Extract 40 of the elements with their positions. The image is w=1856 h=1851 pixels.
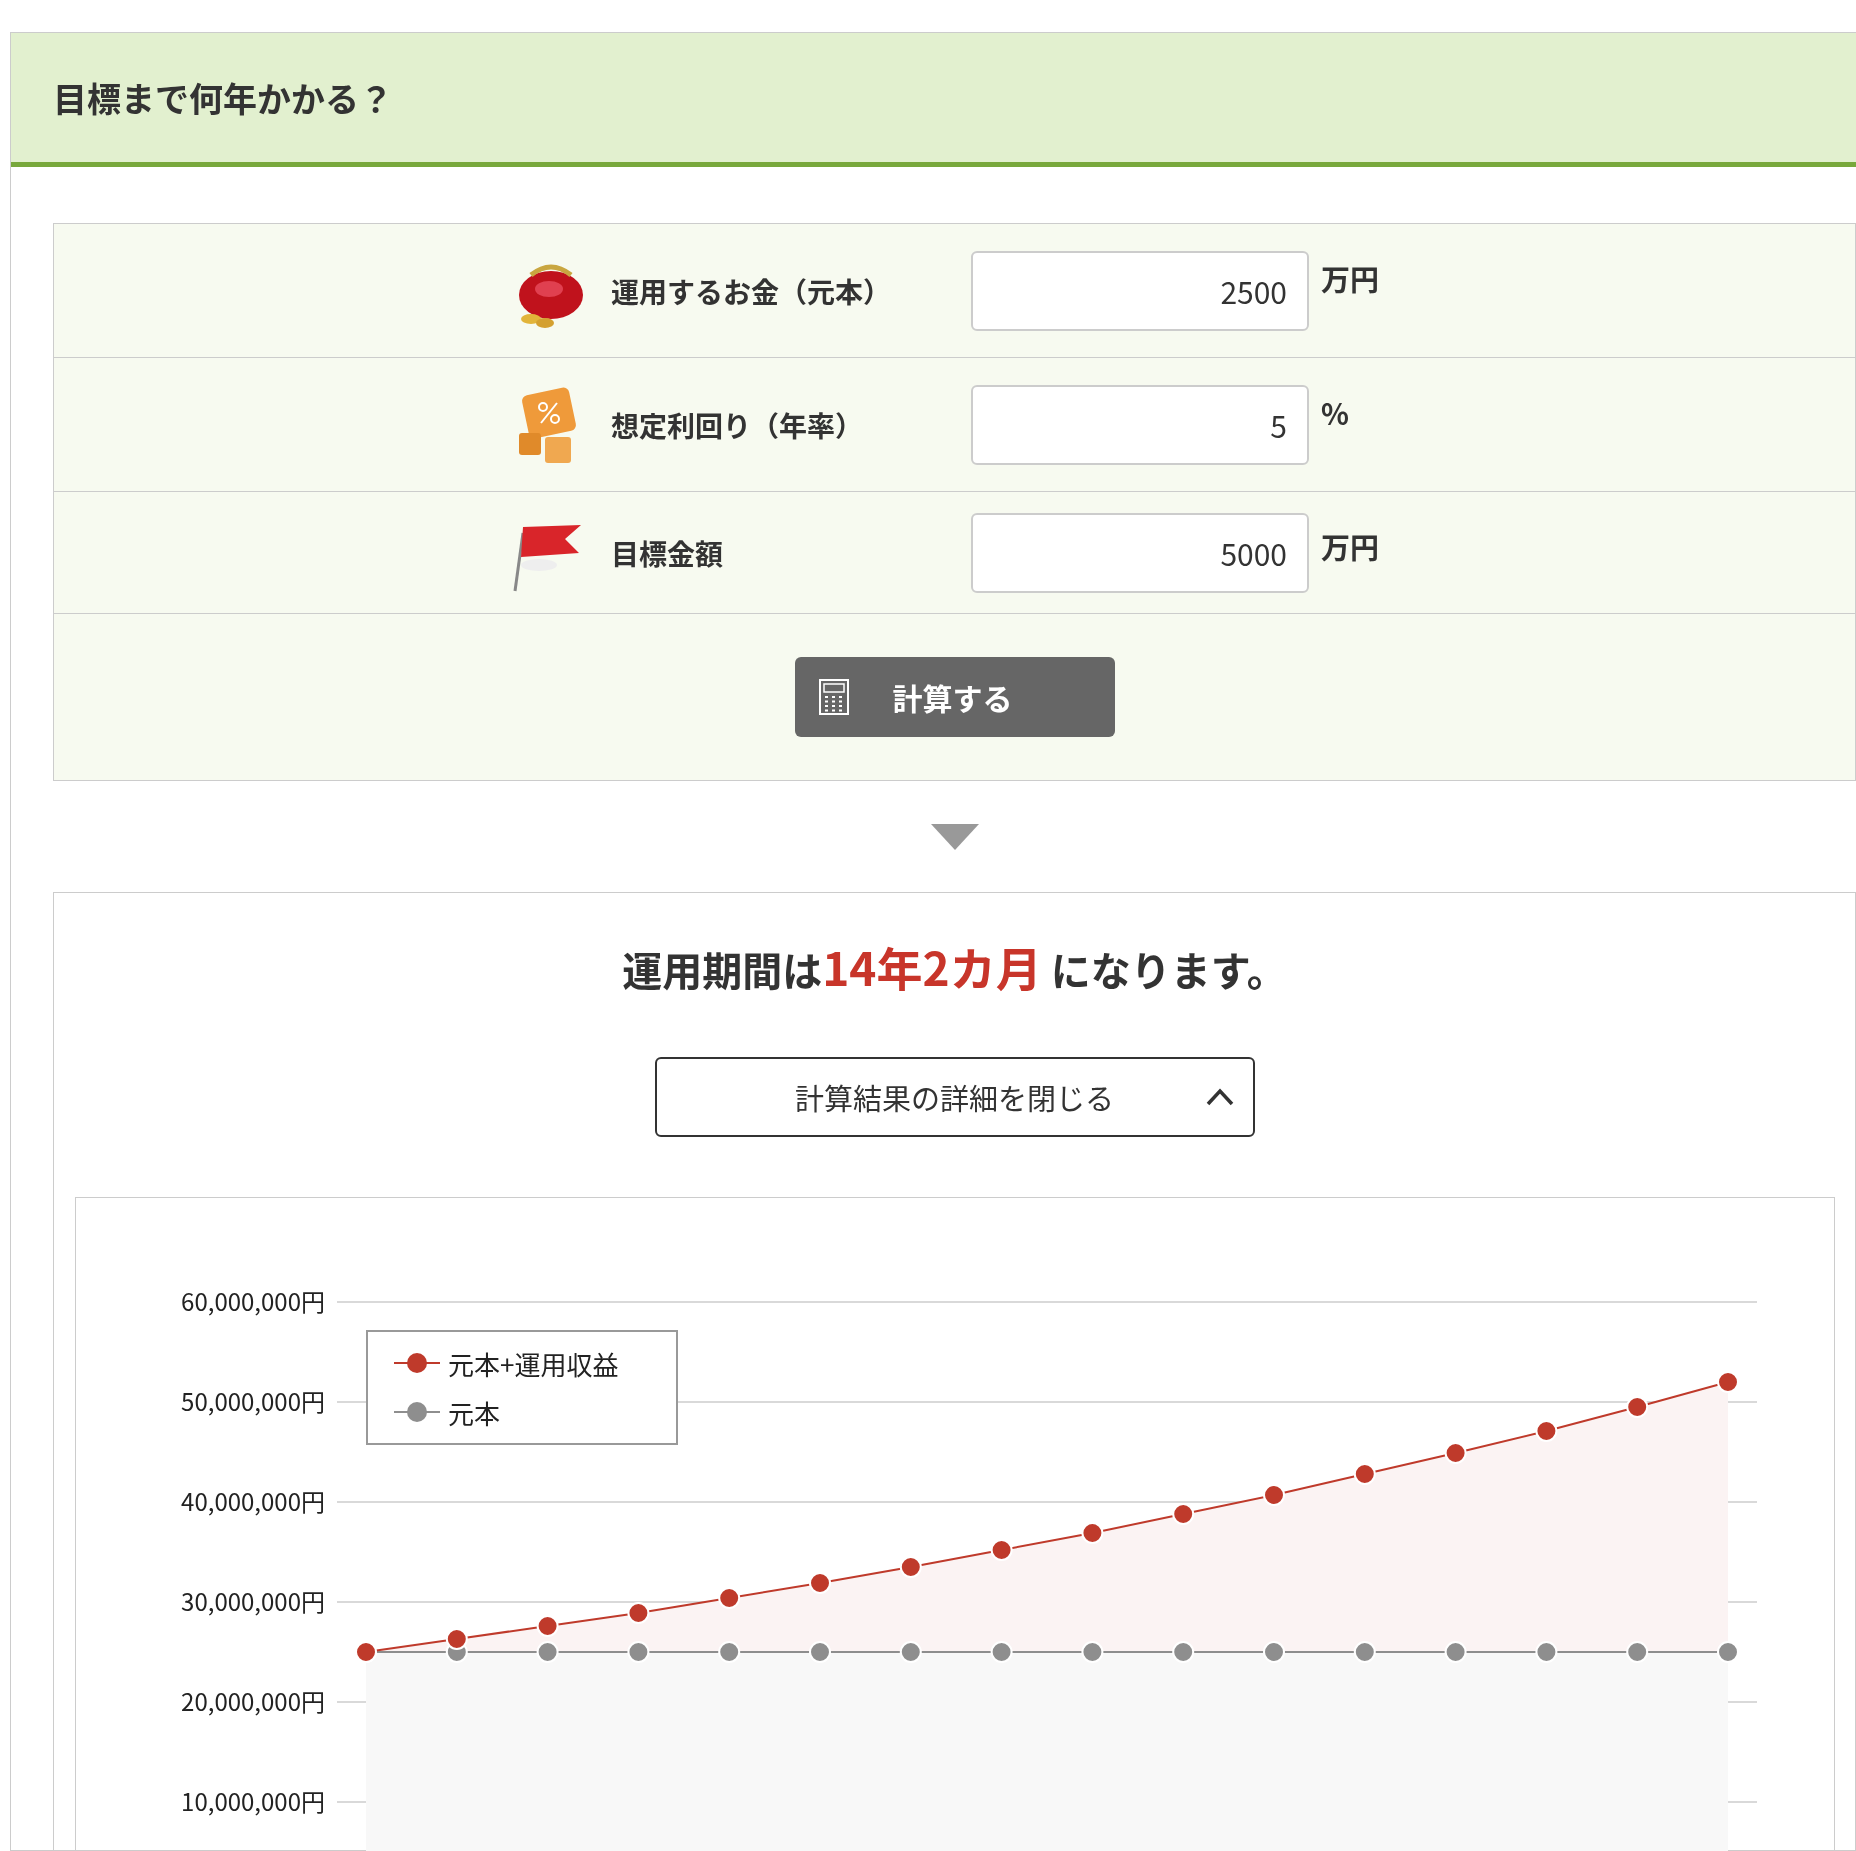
data-point <box>1263 1484 1285 1506</box>
unit-label: 万円 <box>1321 257 1379 299</box>
input-field[interactable]: 5000 <box>971 512 1309 593</box>
axis-label: 50,000,000円 <box>181 1383 325 1418</box>
data-point <box>1172 1503 1195 1525</box>
data-point <box>1626 1396 1649 1418</box>
field-label: 運用するお金（元本） <box>611 270 892 311</box>
data-point <box>1535 1420 1558 1442</box>
data-point <box>445 1628 468 1650</box>
legend-marker-icon <box>392 1400 442 1424</box>
input-field[interactable]: 5 <box>971 384 1309 465</box>
data-point <box>899 1556 922 1578</box>
result-text: 運用期間は14年2カ月 になります。 <box>622 933 1287 999</box>
unit-label: % <box>1321 391 1349 433</box>
field-label: 想定利回り（年率） <box>611 404 864 445</box>
data-point <box>627 1602 650 1624</box>
calculate-button[interactable]: 計算する <box>794 657 1115 737</box>
data-point <box>1444 1442 1467 1464</box>
data-point <box>990 1539 1013 1561</box>
down-triangle-icon <box>930 824 979 850</box>
data-point <box>809 1572 831 1594</box>
legend-label: 元本+運用収益 <box>448 1344 619 1382</box>
details-toggle-button[interactable]: 計算結果の詳細を閉じる <box>654 1057 1255 1137</box>
legend-marker-icon <box>392 1351 442 1375</box>
data-point <box>1081 1522 1104 1544</box>
field-label: 目標金額 <box>611 532 724 573</box>
axis-label: 30,000,000円 <box>181 1583 325 1618</box>
legend-label: 元本 <box>448 1393 500 1431</box>
calculator-icon <box>818 679 849 715</box>
axis-label: 20,000,000円 <box>181 1683 325 1718</box>
input-field[interactable]: 2500 <box>971 250 1309 331</box>
data-point <box>718 1587 741 1609</box>
axis-label: 10,000,000円 <box>181 1783 325 1818</box>
axis-label: 60,000,000円 <box>181 1283 325 1318</box>
data-point <box>1353 1463 1376 1485</box>
data-point <box>536 1615 559 1637</box>
caret-icon <box>1204 1087 1235 1107</box>
section-title: 目標まで何年かかる？ <box>53 73 393 122</box>
axis-label: 40,000,000円 <box>181 1483 325 1518</box>
unit-label: 万円 <box>1321 525 1379 567</box>
